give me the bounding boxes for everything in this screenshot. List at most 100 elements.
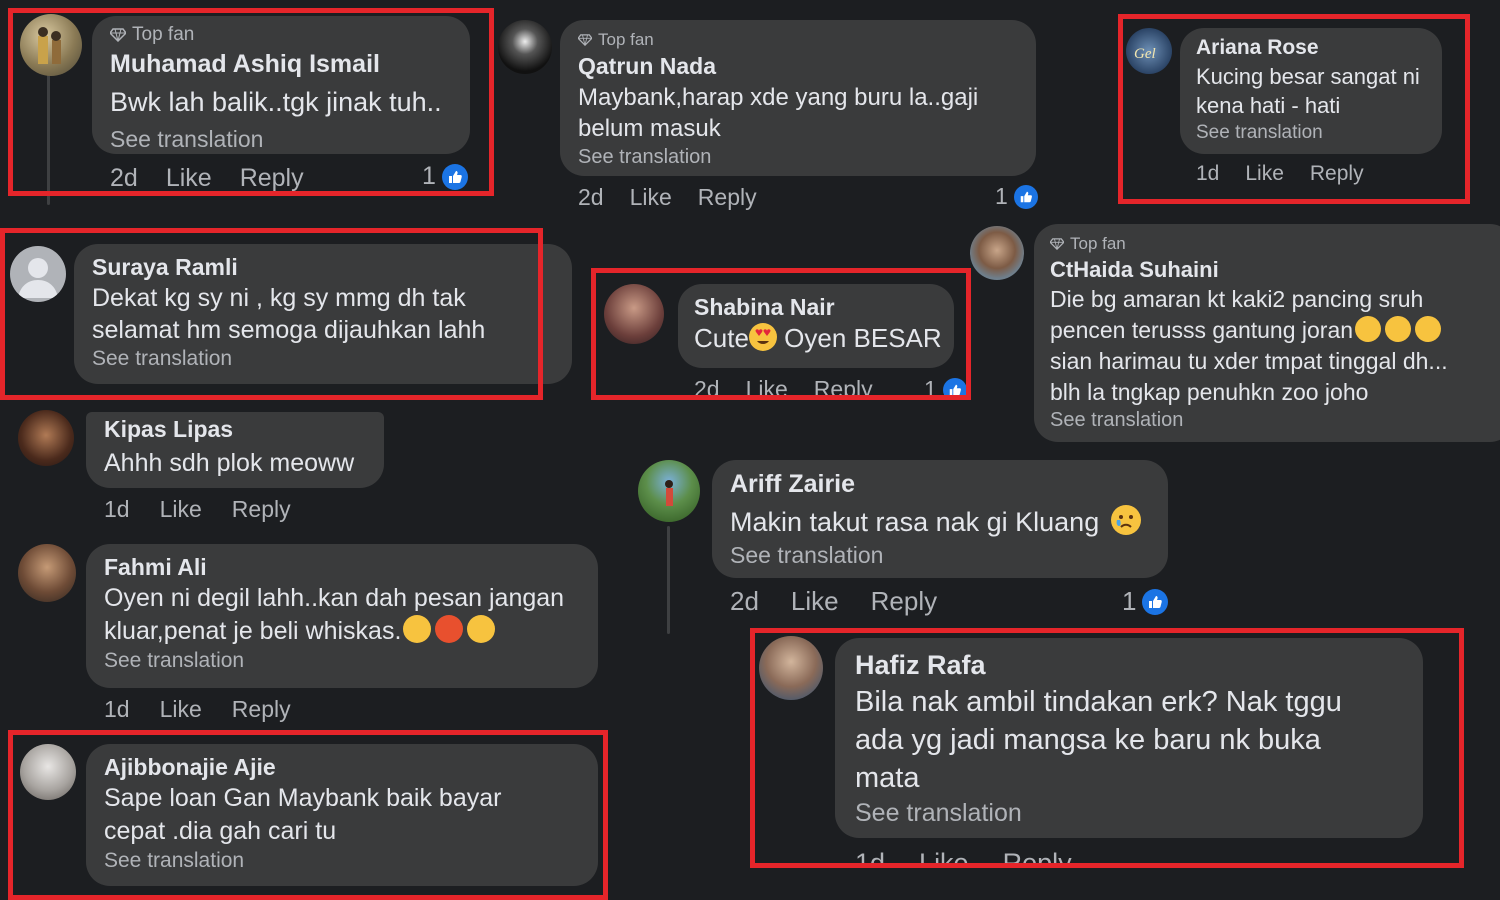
thumbs-up-icon	[1142, 588, 1169, 615]
comment-actions: 1d Like Reply	[1196, 162, 1364, 186]
comment-actions: 2d Like Reply	[730, 586, 937, 617]
avatar[interactable]	[18, 410, 74, 466]
commenter-name[interactable]: Ajibbonajie Ajie	[104, 754, 580, 781]
like-button[interactable]: Like	[630, 184, 672, 211]
see-translation-link[interactable]: See translation	[92, 347, 554, 371]
commenter-name[interactable]: Fahmi Ali	[104, 554, 580, 581]
comment-time: 1d	[855, 848, 886, 866]
comment-text: Bwk lah balik..tgk jinak tuh..	[110, 87, 442, 117]
reaction-count[interactable]: 1	[995, 183, 1038, 210]
comment-line: Oyen ni degil lahh..kan dah pesan jangan	[104, 584, 565, 612]
comment-time: 2d	[730, 586, 759, 616]
comment-clip: Shabina Nair Cute Oyen BESAR 2d Like Rep…	[596, 270, 966, 398]
comment-line: sian harimau tu xder tmpat tinggal dh...	[1050, 348, 1448, 374]
comment-bubble: Fahmi Ali Oyen ni degil lahh..kan dah pe…	[86, 544, 598, 688]
top-fan-badge: Top fan	[110, 24, 452, 46]
svg-text:Gel: Gel	[1134, 46, 1156, 62]
rolling-laughing-emoji	[1350, 311, 1386, 347]
reply-button[interactable]: Reply	[698, 184, 757, 211]
comment-text: Sape loan Gan Maybank baik bayar cepat .…	[104, 784, 502, 845]
comment-bubble: Top fan Qatrun Nada Maybank,harap xde ya…	[560, 20, 1036, 176]
like-button[interactable]: Like	[919, 848, 969, 866]
reply-button[interactable]: Reply	[814, 376, 873, 398]
reaction-count-value: 1	[924, 376, 937, 398]
like-button[interactable]: Like	[166, 164, 212, 192]
see-translation-link[interactable]: See translation	[104, 649, 580, 673]
like-button[interactable]: Like	[1245, 162, 1284, 186]
rolling-laughing-emoji	[1410, 311, 1446, 347]
comment-line: pencen terusss gantung joran	[1050, 311, 1498, 347]
commenter-name[interactable]: Suraya Ramli	[92, 254, 554, 281]
reply-button[interactable]: Reply	[1003, 848, 1072, 866]
see-translation-link[interactable]: See translation	[855, 799, 1403, 828]
comment-line: kluar,penat je beli whiskas.	[104, 615, 580, 648]
avatar[interactable]	[20, 14, 82, 76]
avatar[interactable]	[759, 636, 823, 700]
see-translation-link[interactable]: See translation	[1050, 409, 1498, 432]
commenter-name[interactable]: Muhamad Ashiq Ismail	[110, 50, 452, 79]
like-button[interactable]: Like	[791, 586, 839, 617]
comment-bubble: Ajibbonajie Ajie Sape loan Gan Maybank b…	[86, 744, 598, 886]
comment-bubble: Kipas Lipas Ahhh sdh plok meoww	[86, 412, 384, 488]
commenter-name[interactable]: Ariff Zairie	[730, 470, 1150, 499]
see-translation-link[interactable]: See translation	[1196, 122, 1426, 144]
avatar[interactable]	[498, 20, 552, 74]
top-fan-label: Top fan	[598, 30, 654, 49]
comment-text: Ahhh sdh plok meoww	[104, 449, 355, 477]
avatar[interactable]: Gel	[1126, 28, 1172, 74]
reply-button[interactable]: Reply	[240, 164, 304, 192]
commenter-name[interactable]: Hafiz Rafa	[855, 650, 1403, 681]
like-button[interactable]: Like	[160, 496, 202, 523]
like-button[interactable]: Like	[160, 696, 202, 723]
comment-line: Die bg amaran kt kaki2 pancing sruh	[1050, 286, 1424, 312]
comment-text: Kucing besar sangat ni kena hati - hati	[1196, 64, 1420, 118]
reply-button[interactable]: Reply	[1310, 162, 1364, 186]
reaction-count[interactable]: 1	[1122, 586, 1169, 617]
see-translation-link[interactable]: See translation	[110, 126, 452, 153]
comment-bubble: Top fan CtHaida Suhaini Die bg amaran kt…	[1034, 224, 1500, 442]
diamond-icon	[110, 28, 126, 42]
comment-line: blh la tngkap penuhkn zoo joho	[1050, 379, 1369, 405]
comment-actions: 2d Like Reply	[110, 164, 304, 192]
see-translation-link[interactable]: See translation	[578, 146, 1018, 169]
comment-bubble: Suraya Ramli Dekat kg sy ni , kg sy mmg …	[74, 244, 572, 384]
see-translation-link[interactable]: See translation	[104, 849, 580, 873]
avatar[interactable]	[18, 544, 76, 602]
avatar-placeholder[interactable]	[10, 246, 66, 302]
reply-button[interactable]: Reply	[232, 496, 291, 523]
reaction-count[interactable]: 1	[422, 162, 468, 191]
avatar[interactable]	[20, 744, 76, 800]
reply-button[interactable]: Reply	[871, 586, 937, 617]
avatar[interactable]	[604, 284, 664, 344]
comment-text-end: Oyen BESAR	[776, 323, 942, 353]
avatar[interactable]	[970, 226, 1024, 280]
comment-actions: 1d Like Reply	[855, 848, 1072, 866]
reaction-count[interactable]: 1	[924, 376, 966, 398]
comment-text: Die bg amaran kt kaki2 pancing sruh penc…	[1050, 284, 1498, 408]
thumbs-up-icon	[942, 377, 966, 398]
comment-bubble: Ariff Zairie Makin takut rasa nak gi Klu…	[712, 460, 1168, 578]
reaction-count-value: 1	[422, 162, 436, 190]
avatar[interactable]	[638, 460, 700, 522]
sad-tear-emoji	[1110, 505, 1141, 535]
top-fan-badge: Top fan	[578, 30, 1018, 50]
comment-time: 1d	[104, 496, 130, 522]
commenter-name[interactable]: CtHaida Suhaini	[1050, 257, 1498, 283]
comment-actions: 2d Like Reply	[694, 376, 873, 398]
top-fan-label: Top fan	[1070, 234, 1126, 253]
commenter-name[interactable]: Kipas Lipas	[104, 416, 366, 443]
comment-time: 2d	[578, 184, 604, 210]
commenter-name[interactable]: Ariana Rose	[1196, 36, 1426, 60]
reply-button[interactable]: Reply	[232, 696, 291, 723]
commenter-name[interactable]: Qatrun Nada	[578, 53, 1018, 80]
commenter-name[interactable]: Shabina Nair	[694, 294, 938, 321]
thumbs-up-icon	[1013, 184, 1038, 209]
like-button[interactable]: Like	[746, 376, 788, 398]
see-translation-link[interactable]: See translation	[730, 542, 1150, 569]
angry-emoji	[435, 615, 464, 643]
comment-clip: Hafiz Rafa Bila nak ambil tindakan erk? …	[755, 632, 1459, 866]
rolling-laughing-emoji	[1380, 311, 1416, 347]
worried-emoji	[403, 615, 432, 643]
diamond-icon	[1050, 238, 1064, 250]
comment-text-start: Cute	[694, 323, 749, 353]
